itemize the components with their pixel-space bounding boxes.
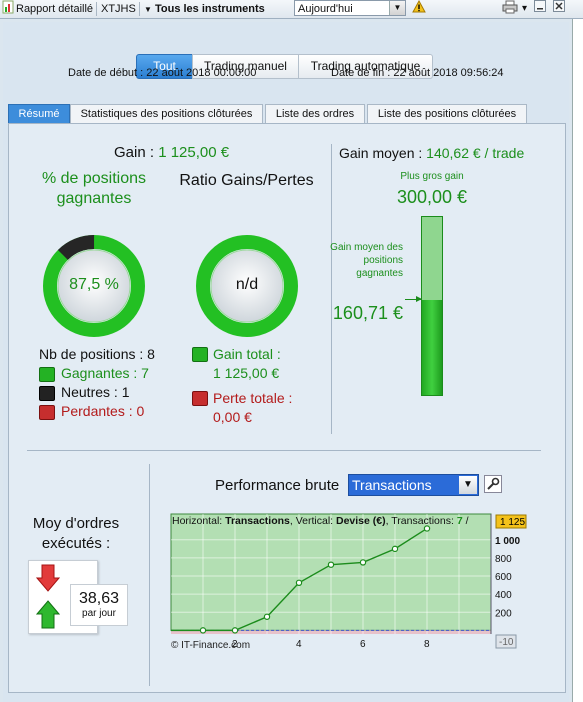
avg-orders-title: Moy d'ordres exécutés : [32,515,120,552]
win-pct-value: 87,5 % [69,276,119,293]
losers-count: Perdantes : 0 [61,403,145,419]
chart-point [359,559,367,566]
chart-point [199,627,207,634]
print-icon[interactable] [502,0,518,18]
period-value: Aujourd'hui [298,3,353,15]
account-label[interactable]: XTJHS [101,0,136,18]
tab-closed-stats[interactable]: Statistiques des positions clôturées [70,104,263,123]
detailed-report-link[interactable]: Rapport détaillé [16,0,93,18]
losers-swatch [39,405,55,420]
chart-caption: Horizontal: Transactions, Vertical: Devi… [172,515,469,527]
warning-icon[interactable] [412,0,426,18]
neutral-swatch [39,386,55,401]
gain-line: Gain : 1 125,00 € [114,144,229,161]
chart-watermark: © IT-Finance.com [171,640,250,651]
toolbar: Rapport détaillé XTJHS ▼ Tous les instru… [0,0,583,19]
report-panel: Tout Trading manuel Trading automatique … [3,22,569,702]
chevron-down-icon[interactable]: ▼ [459,476,477,494]
chart-x-tick-label: 4 [296,639,302,650]
max-gain-label: Plus gros gain [400,171,464,182]
neutral-count: Neutres : 1 [61,384,130,400]
gain-total-value: 1 125,00 € [213,365,280,381]
gain-total: Gain total : 1 125,00 € [213,345,281,383]
perte-totale-value: 0,00 € [213,409,252,425]
right-sidebar [572,0,583,702]
orders-value-box: 38,63 par jour [70,584,128,626]
instruments-menu[interactable]: ▼ Tous les instruments [144,0,265,18]
close-icon[interactable] [553,0,565,18]
chart-point [263,613,271,620]
gain-value: 1 125,00 € [158,144,230,161]
ratio-value: n/d [235,276,259,293]
gain-label: Gain : [114,144,155,161]
chart-y-tick-label: 400 [495,590,512,601]
perte-totale: Perte totale : 0,00 € [213,389,292,427]
avg-gain-line: Gain moyen : 140,62 € / trade [339,145,524,161]
lower-divider [149,464,150,686]
report-icon[interactable] [2,0,14,18]
end-date: Date de fin : 22 août 2018 09:56:24 [331,67,504,79]
tab-closed-positions[interactable]: Liste des positions clôturées [367,104,527,123]
avg-orders-unit: par jour [82,608,116,619]
chart-y-tick-label: 600 [495,572,512,583]
max-gain-value: 300,00 € [396,187,468,207]
avg-orders-value: 38,63 [78,590,120,607]
avg-gain-value: 140,62 € / trade [426,145,525,161]
chevron-down-icon[interactable]: ▾ [522,0,527,18]
avg-win-pos-value: 160,71 € [332,303,403,323]
performance-chart: 1 0008006004002002 4 6 8 Horizontal: Transa… [170,513,527,651]
section-divider [27,450,541,451]
avg-gain-bar [421,216,443,396]
minimize-icon[interactable] [534,0,546,18]
instruments-label: Tous les instruments [154,3,265,15]
chart-point [327,561,335,568]
start-date: Date de début : 22 août 2018 00:00:00 [68,67,256,79]
gain-total-swatch [192,347,208,362]
end-date-label: Date de fin : [331,67,391,79]
winners-count: Gagnantes : 7 [61,365,149,381]
perf-select-value: Transactions [352,477,432,493]
nb-positions: Nb de positions : 8 [39,346,155,362]
chart-x-tick-label: 6 [360,639,366,650]
chart-y-tick-label: 800 [495,554,512,565]
avg-win-pos-label: Gain moyen des positions gagnantes [330,242,403,279]
wrench-icon[interactable] [484,475,502,493]
chart-y-tick-label: 200 [495,608,512,619]
avg-gain-bar-fill [422,300,442,395]
chevron-down-icon: ▼ [144,5,152,14]
chevron-down-icon[interactable]: ▼ [389,1,405,15]
period-select[interactable]: Aujourd'hui ▼ [294,0,406,16]
end-date-value: 22 août 2018 09:56:24 [393,67,504,79]
arrows-icon [36,564,60,629]
chart-point [391,545,399,553]
chart-point [295,579,303,587]
winners-swatch [39,367,55,382]
ratio-title: Ratio Gains/Pertes [179,172,314,189]
divider [331,144,332,434]
chart-x-tick-label: 8 [424,639,430,650]
win-pct-title: % de positions gagnantes [41,170,147,207]
perf-select[interactable]: Transactions ▼ [348,474,479,496]
current-value-tag-text: 1 125 [500,517,525,528]
avg-gain-label: Gain moyen : [339,145,423,161]
perf-title: Performance brute [215,477,340,494]
gain-total-label: Gain total : [213,346,281,362]
chart-point [231,627,239,634]
summary-content: Gain : 1 125,00 € % de positions gagnant… [8,123,566,693]
tab-orders[interactable]: Liste des ordres [265,104,365,123]
tab-resume[interactable]: Résumé [8,104,70,123]
perte-totale-swatch [192,391,208,406]
chart-y-tick-label: 1 000 [495,536,520,547]
low-value-tag-text: -10 [499,637,514,648]
perte-totale-label: Perte totale : [213,390,293,406]
start-date-label: Date de début : [68,67,144,79]
start-date-value: 22 août 2018 00:00:00 [146,67,257,79]
